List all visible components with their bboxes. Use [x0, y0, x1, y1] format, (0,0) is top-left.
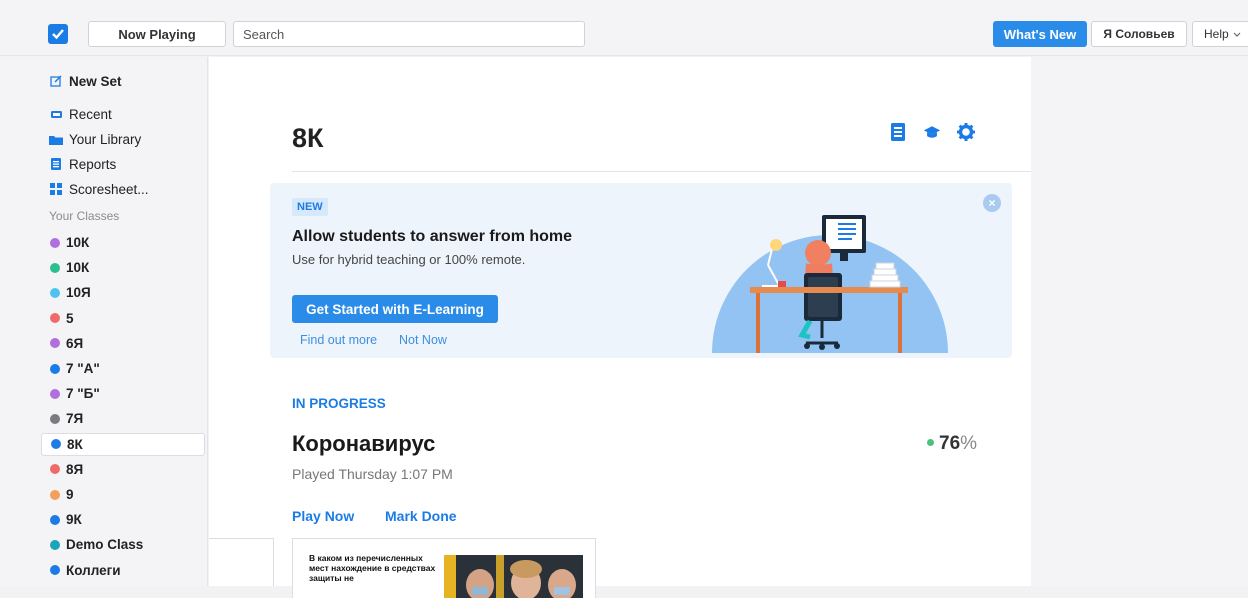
class-label: 9К: [66, 512, 82, 528]
score-value: 76: [939, 433, 961, 454]
class-color-dot: [50, 489, 60, 500]
class-color-dot: [50, 262, 60, 273]
class-color-dot: [50, 338, 60, 349]
class-label: 8К: [67, 436, 83, 452]
sidebar-class-item[interactable]: Коллеги: [41, 559, 205, 582]
graduation-cap-icon[interactable]: [923, 123, 941, 141]
class-label: 7Я: [66, 411, 84, 427]
class-color-dot: [51, 439, 61, 450]
title-divider: [292, 171, 1031, 172]
class-color-dot: [50, 237, 60, 248]
class-label: 9: [66, 487, 74, 502]
status-dot: [927, 439, 934, 446]
in-progress-heading: IN PROGRESS: [292, 396, 386, 411]
chevron-down-icon: [1233, 27, 1241, 41]
thumbnail-photo: [444, 555, 583, 598]
find-out-more-link[interactable]: Find out more: [300, 333, 377, 347]
grid-icon: [49, 183, 63, 195]
class-label: 10К: [66, 260, 90, 276]
whats-new-button[interactable]: What's New: [993, 21, 1087, 47]
gear-icon[interactable]: [957, 123, 975, 141]
class-color-dot: [50, 313, 60, 324]
sidebar-class-item[interactable]: 8К: [41, 432, 205, 456]
class-color-dot: [50, 514, 60, 525]
sidebar-item-library[interactable]: Your Library: [41, 128, 141, 150]
class-label: 10Я: [66, 285, 91, 301]
report-icon[interactable]: [889, 123, 907, 141]
sidebar-item-label: Your Library: [69, 131, 142, 147]
now-playing-button[interactable]: Now Playing: [88, 21, 226, 47]
sidebar-class-item[interactable]: 6Я: [41, 332, 205, 355]
not-now-link[interactable]: Not Now: [399, 333, 447, 347]
help-label: Help: [1204, 27, 1229, 41]
sidebar-item-label: Recent: [69, 106, 112, 122]
classes-heading: Your Classes: [49, 209, 120, 223]
top-bar: Now Playing What's New Я Соловьев Help: [0, 0, 1248, 56]
banner-title: Allow students to answer from home: [292, 228, 573, 245]
class-color-dot: [50, 388, 60, 399]
sidebar-item-label: New Set: [69, 73, 122, 89]
sidebar: New Set Recent Your Library Reports Scor…: [0, 57, 208, 586]
report-icon: [49, 158, 63, 170]
sidebar-class-item[interactable]: 7Я: [41, 407, 205, 430]
sidebar-item-recent[interactable]: Recent: [41, 103, 112, 125]
sidebar-class-item[interactable]: 10К: [41, 231, 205, 254]
class-label: 6Я: [66, 335, 84, 351]
played-timestamp: Played Thursday 1:07 PM: [292, 466, 453, 482]
class-label: 7 "А": [66, 361, 100, 376]
class-color-dot: [50, 565, 60, 576]
mark-done-link[interactable]: Mark Done: [385, 508, 457, 524]
new-badge: NEW: [292, 198, 328, 216]
score-percentage: 76 %: [927, 433, 977, 455]
recent-icon: [49, 108, 63, 120]
user-menu-button[interactable]: Я Соловьев: [1091, 21, 1187, 47]
class-color-dot: [50, 287, 60, 298]
class-color-dot: [50, 413, 60, 424]
sidebar-class-item[interactable]: 5: [41, 307, 205, 330]
title-actions: [889, 123, 975, 141]
right-panel: [1031, 57, 1248, 586]
game-thumbnail[interactable]: В каком из перечисленных мест нахождение…: [292, 538, 596, 598]
sidebar-class-item[interactable]: 7 "А": [41, 357, 205, 380]
folder-icon: [49, 133, 63, 145]
class-color-dot: [50, 539, 60, 550]
sidebar-class-item[interactable]: 8Я: [41, 458, 205, 481]
class-label: Коллеги: [66, 562, 121, 578]
get-started-elearning-button[interactable]: Get Started with E-Learning: [292, 295, 498, 323]
sidebar-class-item[interactable]: Demo Class: [41, 533, 205, 556]
sidebar-item-scoresheet[interactable]: Scoresheet...: [41, 178, 149, 200]
class-label: Demo Class: [66, 537, 144, 553]
sidebar-class-item[interactable]: 7 "Б": [41, 382, 205, 405]
sidebar-class-item[interactable]: 10К: [41, 256, 205, 279]
game-title[interactable]: Коронавирус: [292, 431, 435, 457]
main-content: 8К NEW Allow students to answer from hom…: [209, 57, 1031, 598]
partial-card: [209, 538, 274, 586]
search-input[interactable]: [233, 21, 585, 47]
score-unit: %: [960, 433, 978, 454]
class-label: 10К: [66, 235, 90, 250]
sidebar-class-item[interactable]: 9К: [41, 508, 205, 531]
edit-icon: [49, 75, 63, 87]
app-logo-checkbox-icon[interactable]: [48, 24, 68, 44]
sidebar-item-label: Reports: [69, 156, 117, 172]
close-icon[interactable]: ×: [983, 194, 1001, 212]
class-label: 8Я: [66, 461, 84, 477]
thumbnail-question-text: В каком из перечисленных мест нахождение…: [309, 553, 436, 583]
sidebar-item-new-set[interactable]: New Set: [41, 70, 122, 92]
class-color-dot: [50, 363, 60, 374]
student-at-desk-illustration: [712, 215, 948, 353]
sidebar-item-reports[interactable]: Reports: [41, 153, 116, 175]
page-title: 8К: [292, 123, 324, 153]
banner-subtitle: Use for hybrid teaching or 100% remote.: [292, 252, 526, 267]
help-menu-button[interactable]: Help: [1192, 21, 1248, 47]
class-label: 7 "Б": [66, 386, 100, 402]
sidebar-class-item[interactable]: 10Я: [41, 281, 205, 304]
sidebar-class-item[interactable]: 9: [41, 483, 205, 506]
sidebar-item-label: Scoresheet...: [69, 181, 149, 197]
class-label: 5: [66, 310, 74, 326]
elearning-banner: NEW Allow students to answer from home U…: [270, 183, 1012, 358]
class-color-dot: [50, 464, 60, 475]
play-now-link[interactable]: Play Now: [292, 508, 354, 524]
